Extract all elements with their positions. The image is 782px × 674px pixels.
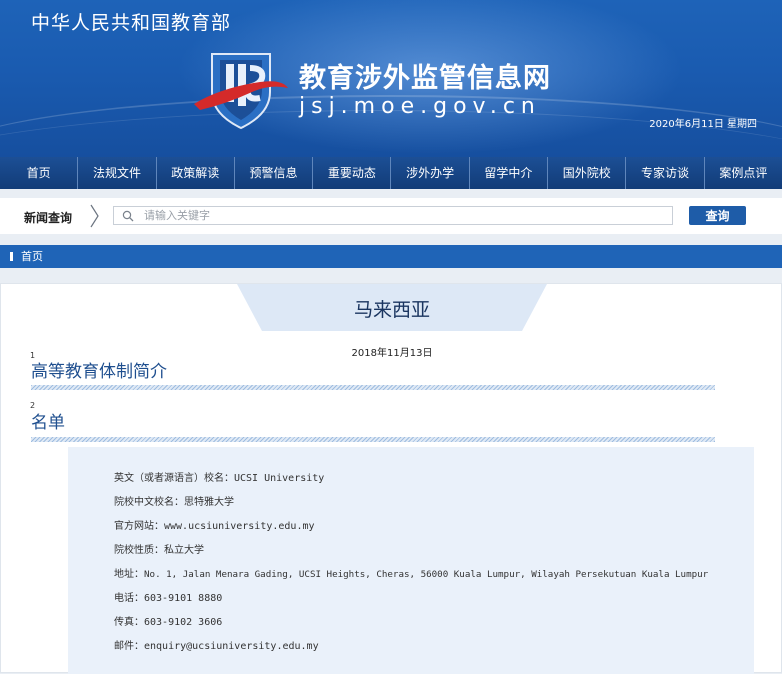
header-banner: 中华人民共和国教育部 教育涉外监管信息网 jsj.moe.gov.cn 2020… xyxy=(0,0,782,157)
ministry-name[interactable]: 中华人民共和国教育部 xyxy=(31,8,231,35)
search-box xyxy=(113,206,673,225)
chevron-right-icon xyxy=(90,204,99,228)
section-divider xyxy=(31,385,715,390)
info-label: 官方网站： xyxy=(114,521,164,532)
info-value: 私立大学 xyxy=(164,545,204,556)
nav-item-regulations[interactable]: 法规文件 xyxy=(78,157,157,189)
site-name-cn[interactable]: 教育涉外监管信息网 xyxy=(299,56,551,95)
search-bar: 新闻查询 查询 xyxy=(0,198,782,234)
nav-item-home[interactable]: 首页 xyxy=(0,157,79,189)
article-panel: 马来西亚 2018年11月13日 1 高等教育体制简介 2 名单 英文（或者源语… xyxy=(0,283,782,674)
info-value: 603-9101 8880 xyxy=(144,593,223,604)
info-label: 院校性质： xyxy=(114,545,164,556)
main-nav: 首页 法规文件 政策解读 预警信息 重要动态 涉外办学 留学中介 国外院校 专家… xyxy=(0,157,782,189)
info-label: 英文（或者源语言）校名： xyxy=(114,473,234,484)
info-label: 地址： xyxy=(114,569,144,580)
site-name-en: jsj.moe.gov.cn xyxy=(299,94,541,119)
info-value: UCSI University xyxy=(234,473,325,484)
nav-item-interviews[interactable]: 专家访谈 xyxy=(626,157,705,189)
info-row-email: 邮件：enquiry@ucsiuniversity.edu.my xyxy=(114,637,319,652)
nav-item-foreign-schools[interactable]: 国外院校 xyxy=(548,157,627,189)
page-title: 马来西亚 xyxy=(353,299,430,321)
nav-item-warnings[interactable]: 预警信息 xyxy=(235,157,314,189)
info-row-chinese-name: 院校中文校名：思特雅大学 xyxy=(114,493,234,508)
info-row-website: 官方网站：www.ucsiuniversity.edu.my xyxy=(114,517,315,532)
breadcrumb: 首页 xyxy=(0,245,782,268)
current-date: 2020年6月11日 星期四 xyxy=(649,119,757,130)
info-row-type: 院校性质：私立大学 xyxy=(114,541,204,556)
info-row-address: 地址：No. 1, Jalan Menara Gading, UCSI Heig… xyxy=(114,565,708,580)
nav-item-joint-programs[interactable]: 涉外办学 xyxy=(391,157,470,189)
nav-item-policy[interactable]: 政策解读 xyxy=(157,157,235,189)
info-label: 电话： xyxy=(114,593,144,604)
website-link[interactable]: www.ucsiuniversity.edu.my xyxy=(164,521,315,532)
search-input[interactable] xyxy=(144,207,664,224)
info-value: 603-9102 3606 xyxy=(144,617,223,628)
section-divider xyxy=(31,437,715,442)
site-logo-icon[interactable] xyxy=(190,48,290,130)
info-row-fax: 传真：603-9102 3606 xyxy=(114,613,222,628)
info-value: 思特雅大学 xyxy=(184,497,234,508)
section-title-list[interactable]: 名单 xyxy=(31,408,65,433)
search-button[interactable]: 查询 xyxy=(689,206,746,225)
email-link[interactable]: enquiry@ucsiuniversity.edu.my xyxy=(144,641,319,652)
info-value: No. 1, Jalan Menara Gading, UCSI Heights… xyxy=(144,569,709,580)
breadcrumb-home-link[interactable]: 首页 xyxy=(21,245,43,268)
breadcrumb-marker xyxy=(10,252,13,261)
info-label: 邮件： xyxy=(114,641,144,652)
info-row-phone: 电话：603-9101 8880 xyxy=(114,589,222,604)
school-info-box: 英文（或者源语言）校名：UCSI University 院校中文校名：思特雅大学… xyxy=(68,447,754,674)
search-icon xyxy=(122,210,134,222)
search-label: 新闻查询 xyxy=(24,211,73,225)
section-title-education-system[interactable]: 高等教育体制简介 xyxy=(31,357,167,382)
nav-item-agencies[interactable]: 留学中介 xyxy=(470,157,549,189)
nav-item-cases[interactable]: 案例点评 xyxy=(705,157,782,189)
info-row-english-name: 英文（或者源语言）校名：UCSI University xyxy=(114,469,324,484)
info-label: 传真： xyxy=(114,617,144,628)
nav-item-news[interactable]: 重要动态 xyxy=(313,157,392,189)
info-label: 院校中文校名： xyxy=(114,497,184,508)
